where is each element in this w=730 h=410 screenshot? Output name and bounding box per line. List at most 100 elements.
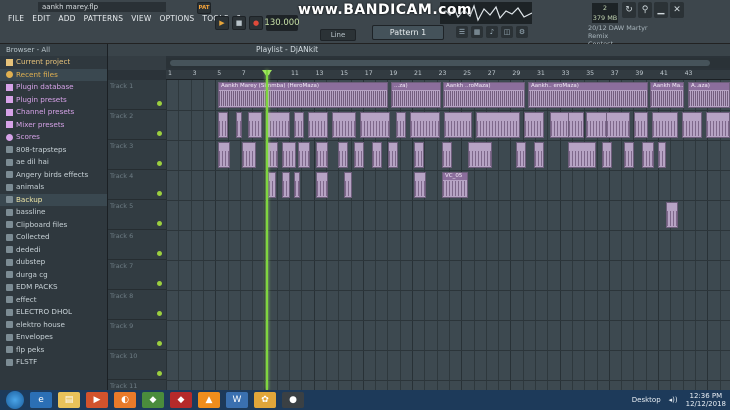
browser-folder[interactable]: FLSTF xyxy=(0,356,107,369)
track-header[interactable]: Track 5 xyxy=(108,200,166,230)
pattern-song-toggle[interactable]: PAT xyxy=(197,2,211,14)
browser-folder[interactable]: Collected xyxy=(0,231,107,244)
word-icon[interactable]: W xyxy=(226,392,248,408)
audio-clip[interactable] xyxy=(294,112,304,138)
piano-roll-icon[interactable]: ♪ xyxy=(486,26,498,38)
audio-clip[interactable] xyxy=(282,142,296,168)
audio-clip[interactable] xyxy=(414,172,426,198)
browser-folder[interactable]: Backup xyxy=(0,193,107,206)
menu-view[interactable]: VIEW xyxy=(127,13,155,25)
channel-rack-icon[interactable]: ▦ xyxy=(471,26,483,38)
browser-item-current-project[interactable]: Current project xyxy=(0,56,107,69)
browser-folder[interactable]: Envelopes xyxy=(0,331,107,344)
mixer-icon[interactable]: ☰ xyxy=(456,26,468,38)
browser-folder[interactable]: durga cg xyxy=(0,269,107,282)
audio-clip[interactable] xyxy=(534,142,544,168)
audio-clip[interactable] xyxy=(706,112,730,138)
track-header[interactable]: Track 3 xyxy=(108,140,166,170)
menu-add[interactable]: ADD xyxy=(54,13,79,25)
browser-folder[interactable]: elektro house xyxy=(0,319,107,332)
browser-item-recent-files[interactable]: Recent files xyxy=(0,68,107,81)
audio-clip[interactable] xyxy=(606,112,630,138)
track-header[interactable]: Track 2 xyxy=(108,110,166,140)
menu-options[interactable]: OPTIONS xyxy=(156,13,199,25)
audio-clip[interactable] xyxy=(568,112,584,138)
audio-clip[interactable] xyxy=(634,112,648,138)
track-enable-led[interactable] xyxy=(157,341,162,346)
audio-clip[interactable] xyxy=(414,142,424,168)
audio-clip[interactable] xyxy=(602,142,612,168)
audio-clip[interactable] xyxy=(652,112,678,138)
menu-patterns[interactable]: PATTERNS xyxy=(80,13,128,25)
audio-clip[interactable] xyxy=(568,142,596,168)
firefox-icon[interactable]: ◐ xyxy=(114,392,136,408)
track-enable-led[interactable] xyxy=(157,371,162,376)
audio-clip[interactable] xyxy=(396,112,406,138)
track-enable-led[interactable] xyxy=(157,161,162,166)
audio-clip[interactable] xyxy=(268,172,276,198)
track-enable-led[interactable] xyxy=(157,221,162,226)
plugin-icon[interactable]: ⚙ xyxy=(516,26,528,38)
playhead[interactable] xyxy=(266,70,268,390)
minimize-icon[interactable]: ▁ xyxy=(654,2,668,18)
link-icon[interactable]: ⚲ xyxy=(638,2,652,18)
browser-item-plugin-presets[interactable]: Plugin presets xyxy=(0,94,107,107)
start-button[interactable] xyxy=(6,391,24,409)
browser-item-plugin-database[interactable]: Plugin database xyxy=(0,81,107,94)
audio-clip[interactable]: A..aza) xyxy=(688,82,730,108)
fl-studio-icon[interactable]: ✿ xyxy=(254,392,276,408)
browser-folder[interactable]: dubstep xyxy=(0,256,107,269)
record-button[interactable]: ● xyxy=(249,16,263,30)
track-header[interactable]: Track 4 xyxy=(108,170,166,200)
track-header[interactable]: Track 8 xyxy=(108,290,166,320)
track-header[interactable]: Track 1 xyxy=(108,80,166,110)
menu-file[interactable]: FILE xyxy=(4,13,28,25)
audio-clip[interactable] xyxy=(308,112,328,138)
stop-button[interactable]: ■ xyxy=(232,16,246,30)
audio-clip[interactable] xyxy=(332,112,356,138)
audio-clip[interactable]: Aankh Ma..(HeroMaza) xyxy=(650,82,684,108)
play-button[interactable]: ▶ xyxy=(215,16,229,30)
browser-item-channel-presets[interactable]: Channel presets xyxy=(0,106,107,119)
audio-clip[interactable] xyxy=(298,142,310,168)
audio-clip[interactable]: Aankh.. eroMaza) xyxy=(528,82,648,108)
audio-clip[interactable] xyxy=(316,142,328,168)
browser-item-scores[interactable]: Scores xyxy=(0,131,107,144)
audio-clip[interactable] xyxy=(642,142,654,168)
track-enable-led[interactable] xyxy=(157,131,162,136)
audio-clip[interactable] xyxy=(354,142,364,168)
browser-folder[interactable]: ae dil hai xyxy=(0,156,107,169)
media-icon[interactable]: ▶ xyxy=(86,392,108,408)
close-icon[interactable]: ✕ xyxy=(670,2,684,18)
audio-clip[interactable] xyxy=(476,112,520,138)
explorer-icon[interactable]: ▤ xyxy=(58,392,80,408)
audio-clip[interactable]: Aankh ..roMaza) xyxy=(443,82,525,108)
bandicam-icon[interactable]: ● xyxy=(282,392,304,408)
track-enable-led[interactable] xyxy=(157,101,162,106)
snap-select[interactable]: Line xyxy=(320,29,356,41)
audio-clip[interactable]: Aankh Marey (Simmba) (HeroMaza) xyxy=(218,82,388,108)
audio-clip[interactable] xyxy=(388,142,398,168)
app-icon[interactable]: ◆ xyxy=(142,392,164,408)
audio-clip[interactable] xyxy=(218,142,230,168)
audio-clip[interactable] xyxy=(242,142,256,168)
audio-clip[interactable] xyxy=(468,142,492,168)
audio-clip[interactable] xyxy=(266,112,290,138)
audio-clip[interactable]: VC_05 xyxy=(442,172,468,198)
desktop-label[interactable]: Desktop xyxy=(632,396,661,404)
audio-clip[interactable] xyxy=(338,142,348,168)
track-header[interactable]: Track 9 xyxy=(108,320,166,350)
browser-folder[interactable]: EDM PACKS xyxy=(0,281,107,294)
scroll-thumb[interactable] xyxy=(170,60,710,66)
audio-clip[interactable] xyxy=(682,112,702,138)
browser-folder[interactable]: effect xyxy=(0,294,107,307)
track-enable-led[interactable] xyxy=(157,311,162,316)
audio-clip[interactable] xyxy=(524,112,544,138)
refresh-icon[interactable]: ↻ xyxy=(622,2,636,18)
timeline-ruler[interactable]: 1 3 5 7 9 11 13 15 17 19 21 23 25 27 29 31 33 35 37 39 41 43 xyxy=(166,70,730,80)
browser-folder[interactable]: flp peks xyxy=(0,344,107,357)
audio-clip[interactable] xyxy=(444,112,472,138)
browser-icon[interactable]: ◫ xyxy=(501,26,513,38)
pattern-selector[interactable]: Pattern 1 xyxy=(372,25,444,40)
browser-folder[interactable]: Clipboard files xyxy=(0,219,107,232)
